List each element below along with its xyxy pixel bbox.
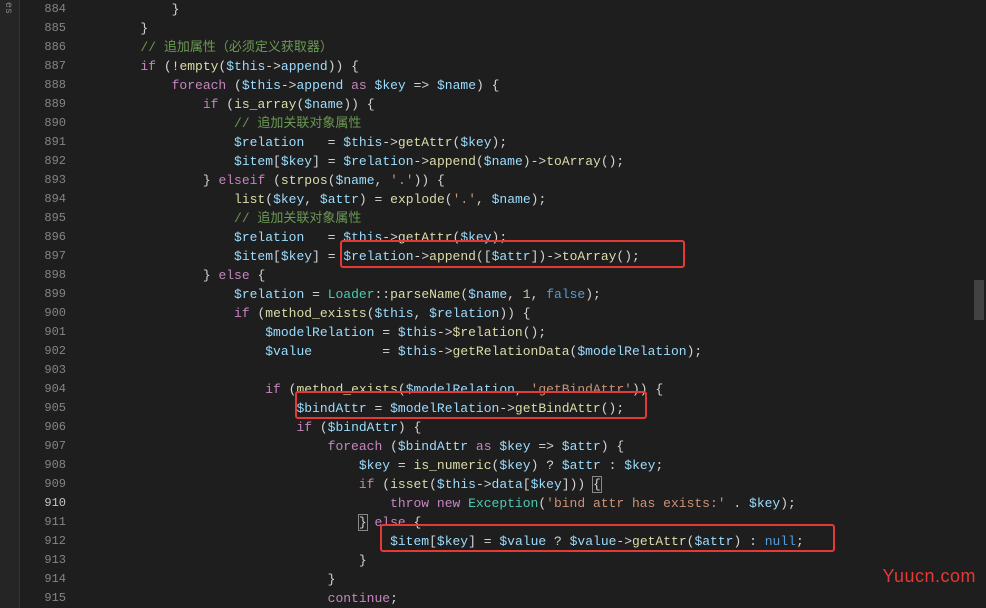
line-number: 909 [20, 475, 66, 494]
line-number: 910 [20, 494, 66, 513]
code-line[interactable]: $relation = $this->getAttr($key); [78, 133, 986, 152]
code-line[interactable]: $relation = Loader::parseName($name, 1, … [78, 285, 986, 304]
line-number: 897 [20, 247, 66, 266]
code-line[interactable]: list($key, $attr) = explode('.', $name); [78, 190, 986, 209]
line-number: 903 [20, 361, 66, 380]
code-area[interactable]: } } // 追加属性（必须定义获取器） if (!empty($this->a… [78, 0, 986, 608]
code-line[interactable]: $bindAttr = $modelRelation->getBindAttr(… [78, 399, 986, 418]
code-line[interactable]: $item[$key] = $relation->append($name)->… [78, 152, 986, 171]
code-line[interactable]: if ($bindAttr) { [78, 418, 986, 437]
line-number: 887 [20, 57, 66, 76]
line-number: 907 [20, 437, 66, 456]
panel-label: es [0, 0, 15, 16]
code-line[interactable]: $relation = $this->getAttr($key); [78, 228, 986, 247]
code-line[interactable]: // 追加关联对象属性 [78, 209, 986, 228]
line-number: 900 [20, 304, 66, 323]
line-number: 906 [20, 418, 66, 437]
line-number: 899 [20, 285, 66, 304]
line-number: 891 [20, 133, 66, 152]
code-line[interactable]: // 追加属性（必须定义获取器） [78, 38, 986, 57]
code-line[interactable]: if (method_exists($this, $relation)) { [78, 304, 986, 323]
scrollbar-thumb[interactable] [974, 280, 984, 320]
line-number: 892 [20, 152, 66, 171]
line-number: 885 [20, 19, 66, 38]
code-line[interactable]: // 追加关联对象属性 [78, 114, 986, 133]
code-line[interactable]: } [78, 570, 986, 589]
line-number: 902 [20, 342, 66, 361]
line-number: 915 [20, 589, 66, 608]
line-number: 889 [20, 95, 66, 114]
code-line[interactable]: if (isset($this->data[$key])) { [78, 475, 986, 494]
line-number: 901 [20, 323, 66, 342]
line-number: 908 [20, 456, 66, 475]
code-line[interactable]: foreach ($this->append as $key => $name)… [78, 76, 986, 95]
line-number: 894 [20, 190, 66, 209]
code-line[interactable]: if (!empty($this->append)) { [78, 57, 986, 76]
line-number: 905 [20, 399, 66, 418]
line-number: 913 [20, 551, 66, 570]
line-number: 912 [20, 532, 66, 551]
code-line[interactable]: foreach ($bindAttr as $key => $attr) { [78, 437, 986, 456]
line-number: 896 [20, 228, 66, 247]
line-number: 886 [20, 38, 66, 57]
line-number: 911 [20, 513, 66, 532]
code-line[interactable]: $item[$key] = $value ? $value->getAttr($… [78, 532, 986, 551]
code-line[interactable]: } [78, 551, 986, 570]
code-line[interactable]: if (is_array($name)) { [78, 95, 986, 114]
code-line[interactable]: throw new Exception('bind attr has exist… [78, 494, 986, 513]
code-line[interactable]: } else { [78, 513, 986, 532]
activity-bar: es [0, 0, 20, 608]
line-number-gutter: 884 885 886 887 888 889 890 891 892 893 … [20, 0, 78, 608]
line-number: 884 [20, 0, 66, 19]
code-line[interactable]: $item[$key] = $relation->append([$attr])… [78, 247, 986, 266]
code-line[interactable]: $modelRelation = $this->$relation(); [78, 323, 986, 342]
code-line[interactable]: continue; [78, 589, 986, 608]
code-line[interactable]: $value = $this->getRelationData($modelRe… [78, 342, 986, 361]
code-line[interactable]: } [78, 0, 986, 19]
code-line[interactable]: } [78, 19, 986, 38]
code-line[interactable]: } elseif (strpos($name, '.')) { [78, 171, 986, 190]
code-line[interactable]: $key = is_numeric($key) ? $attr : $key; [78, 456, 986, 475]
vertical-scrollbar[interactable] [972, 0, 986, 608]
line-number: 914 [20, 570, 66, 589]
code-editor[interactable]: es 884 885 886 887 888 889 890 891 892 8… [0, 0, 986, 608]
line-number: 890 [20, 114, 66, 133]
code-line[interactable] [78, 361, 986, 380]
line-number: 893 [20, 171, 66, 190]
line-number: 898 [20, 266, 66, 285]
line-number: 888 [20, 76, 66, 95]
line-number: 895 [20, 209, 66, 228]
watermark: Yuucn.com [882, 566, 976, 587]
code-line[interactable]: if (method_exists($modelRelation, 'getBi… [78, 380, 986, 399]
line-number: 904 [20, 380, 66, 399]
code-line[interactable]: } else { [78, 266, 986, 285]
